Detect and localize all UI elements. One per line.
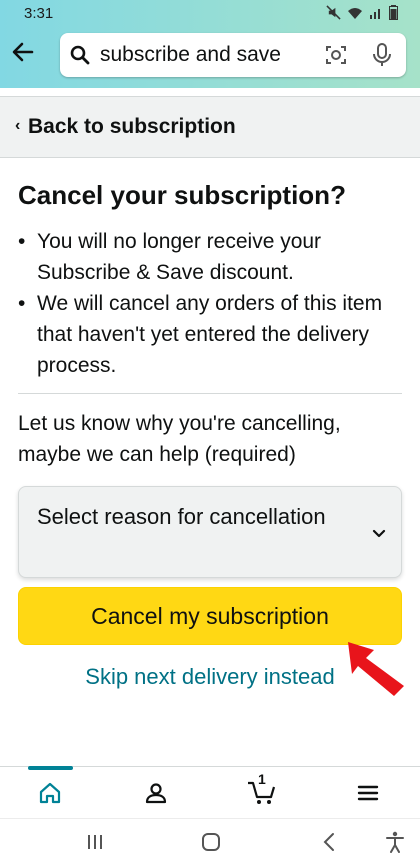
search-box[interactable]: subscribe and save [60, 33, 406, 77]
back-to-subscription-label: Back to subscription [28, 115, 236, 138]
back-arrow-icon[interactable] [10, 39, 36, 65]
battery-icon [389, 5, 398, 20]
chevron-left-icon: ‹ [15, 117, 21, 134]
home-button-icon[interactable] [198, 829, 224, 855]
microphone-icon[interactable] [370, 42, 394, 68]
search-input[interactable]: subscribe and save [100, 43, 281, 67]
reason-dropdown-value: Select reason for cancellation [37, 504, 326, 529]
menu-icon[interactable] [352, 777, 384, 809]
info-bullet-list: You will no longer receive your Subscrib… [18, 226, 398, 381]
bullet-orders-cancelled: We will cancel any orders of this item t… [18, 288, 398, 381]
status-bar: 3:31 [0, 0, 420, 26]
nav-active-indicator [28, 766, 73, 770]
cancel-subscription-button[interactable]: Cancel my subscription [18, 587, 402, 645]
cart-icon[interactable]: 1 [246, 771, 278, 809]
status-time: 3:31 [24, 5, 54, 22]
cancellation-reason-dropdown[interactable]: Select reason for cancellation [18, 486, 402, 578]
bullet-discount-loss: You will no longer receive your Subscrib… [18, 226, 398, 288]
chevron-down-icon [371, 525, 387, 541]
back-to-subscription-link[interactable]: ‹ Back to subscription [0, 96, 420, 158]
reason-prompt: Let us know why you're cancelling, maybe… [18, 412, 341, 466]
back-icon[interactable] [316, 829, 342, 855]
annotation-arrow-icon [344, 638, 408, 700]
cart-count-badge: 1 [258, 771, 266, 787]
account-icon[interactable] [140, 777, 172, 809]
system-nav-bar [0, 818, 420, 864]
app-header: 3:31 subscribe and save [0, 0, 420, 88]
recent-apps-icon[interactable] [82, 829, 108, 855]
bottom-nav: 1 [0, 766, 420, 818]
status-icons [326, 5, 398, 20]
page-title: Cancel your subscription? [18, 180, 346, 210]
search-icon[interactable] [70, 45, 90, 65]
signal-icon [369, 6, 383, 20]
wifi-icon [347, 6, 363, 20]
mute-icon [326, 5, 341, 20]
camera-lens-icon[interactable] [324, 43, 348, 67]
accessibility-icon[interactable] [382, 829, 408, 855]
divider [18, 393, 402, 394]
home-icon[interactable] [34, 777, 66, 809]
